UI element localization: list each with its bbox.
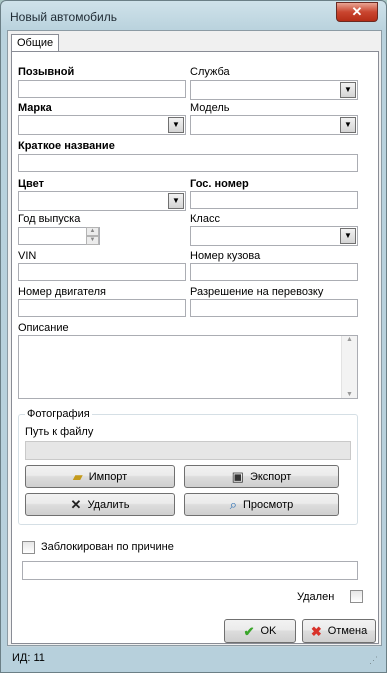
dialog-window: Новый автомобиль ✕ Общие Позывной Служба…	[0, 0, 387, 673]
folder-open-icon: ▰	[72, 469, 83, 484]
tab-general[interactable]: Общие	[11, 34, 60, 52]
color-combo[interactable]: ▼	[18, 191, 186, 211]
scroll-up-icon[interactable]: ▲	[342, 336, 357, 343]
plate-number-input[interactable]	[190, 191, 358, 209]
class-label: Класс	[190, 213, 220, 225]
callsign-input[interactable]	[18, 80, 186, 98]
delete-photo-button[interactable]: ✕ Удалить	[25, 493, 175, 516]
cancel-button-label: Отмена	[327, 625, 368, 637]
resize-grip-icon[interactable]: ⋰	[369, 655, 378, 666]
client-area: Общие Позывной Служба ▼ Марка ▼ Модель ▼…	[7, 30, 382, 646]
body-number-input[interactable]	[190, 263, 358, 281]
check-icon: ✔	[243, 623, 255, 639]
blocked-checkbox[interactable]	[22, 541, 35, 554]
photo-group: Фотография Путь к файлу ▰ Импорт ▣ Экспо…	[18, 408, 358, 525]
vin-label: VIN	[18, 250, 37, 262]
file-path-field	[25, 441, 351, 460]
transport-permit-input[interactable]	[190, 299, 358, 317]
ok-button-label: OK	[260, 625, 277, 637]
body-number-label: Номер кузова	[190, 250, 261, 262]
deleted-checkbox[interactable]	[350, 590, 363, 603]
file-path-label: Путь к файлу	[25, 426, 94, 438]
service-combo[interactable]: ▼	[190, 80, 358, 100]
magnifier-icon: ⌕	[229, 497, 238, 512]
blocked-label: Заблокирован по причине	[41, 541, 174, 553]
callsign-label: Позывной	[18, 66, 75, 78]
deleted-label: Удален	[297, 591, 335, 603]
delete-photo-button-label: Удалить	[87, 498, 130, 511]
service-label: Служба	[190, 66, 230, 78]
export-button-label: Экспорт	[249, 470, 292, 483]
save-disk-icon: ▣	[231, 469, 244, 484]
tab-panel-general: Позывной Служба ▼ Марка ▼ Модель ▼ Кратк…	[11, 51, 379, 644]
short-name-input[interactable]	[18, 154, 358, 172]
cancel-button[interactable]: ✖ Отмена	[302, 619, 376, 643]
description-textarea[interactable]: ▲ ▼	[18, 335, 358, 399]
block-reason-input[interactable]	[22, 561, 358, 580]
import-button-label: Импорт	[88, 470, 128, 483]
close-button[interactable]: ✕	[336, 2, 378, 22]
model-label: Модель	[190, 102, 230, 114]
model-combo[interactable]: ▼	[190, 115, 358, 135]
transport-permit-label: Разрешение на перевозку	[190, 286, 324, 298]
dropdown-arrow-icon[interactable]: ▼	[340, 82, 356, 98]
brand-label: Марка	[18, 102, 52, 114]
view-photo-button-label: Просмотр	[243, 498, 294, 511]
color-label: Цвет	[18, 178, 45, 190]
engine-number-input[interactable]	[18, 299, 186, 317]
title-bar[interactable]: Новый автомобиль ✕	[1, 1, 386, 31]
view-photo-button[interactable]: ⌕ Просмотр	[184, 493, 339, 516]
description-scrollbar[interactable]: ▲ ▼	[341, 336, 357, 398]
dropdown-arrow-icon[interactable]: ▼	[168, 193, 184, 209]
brand-combo[interactable]: ▼	[18, 115, 186, 135]
vin-input[interactable]	[18, 263, 186, 281]
ok-button[interactable]: ✔ OK	[224, 619, 296, 643]
record-id-status: ИД: 11	[12, 652, 45, 664]
dropdown-arrow-icon[interactable]: ▼	[340, 228, 356, 244]
spin-down-icon[interactable]: ▼	[86, 236, 99, 245]
engine-number-label: Номер двигателя	[18, 286, 107, 298]
class-combo[interactable]: ▼	[190, 226, 358, 246]
plate-number-label: Гос. номер	[190, 178, 249, 190]
window-title: Новый автомобиль	[10, 10, 117, 24]
description-label: Описание	[18, 322, 69, 334]
cancel-x-icon: ✖	[310, 623, 322, 639]
photo-group-title: Фотография	[25, 408, 92, 420]
scroll-down-icon[interactable]: ▼	[342, 391, 357, 398]
short-name-label: Краткое название	[18, 140, 115, 152]
dropdown-arrow-icon[interactable]: ▼	[168, 117, 184, 133]
spin-up-icon[interactable]: ▲	[86, 227, 99, 236]
status-bar: ИД: 11 ⋰	[7, 646, 380, 668]
delete-x-icon: ✕	[70, 497, 82, 512]
export-button[interactable]: ▣ Экспорт	[184, 465, 339, 488]
dropdown-arrow-icon[interactable]: ▼	[340, 117, 356, 133]
import-button[interactable]: ▰ Импорт	[25, 465, 175, 488]
year-label: Год выпуска	[18, 213, 81, 225]
close-icon: ✕	[351, 4, 363, 19]
